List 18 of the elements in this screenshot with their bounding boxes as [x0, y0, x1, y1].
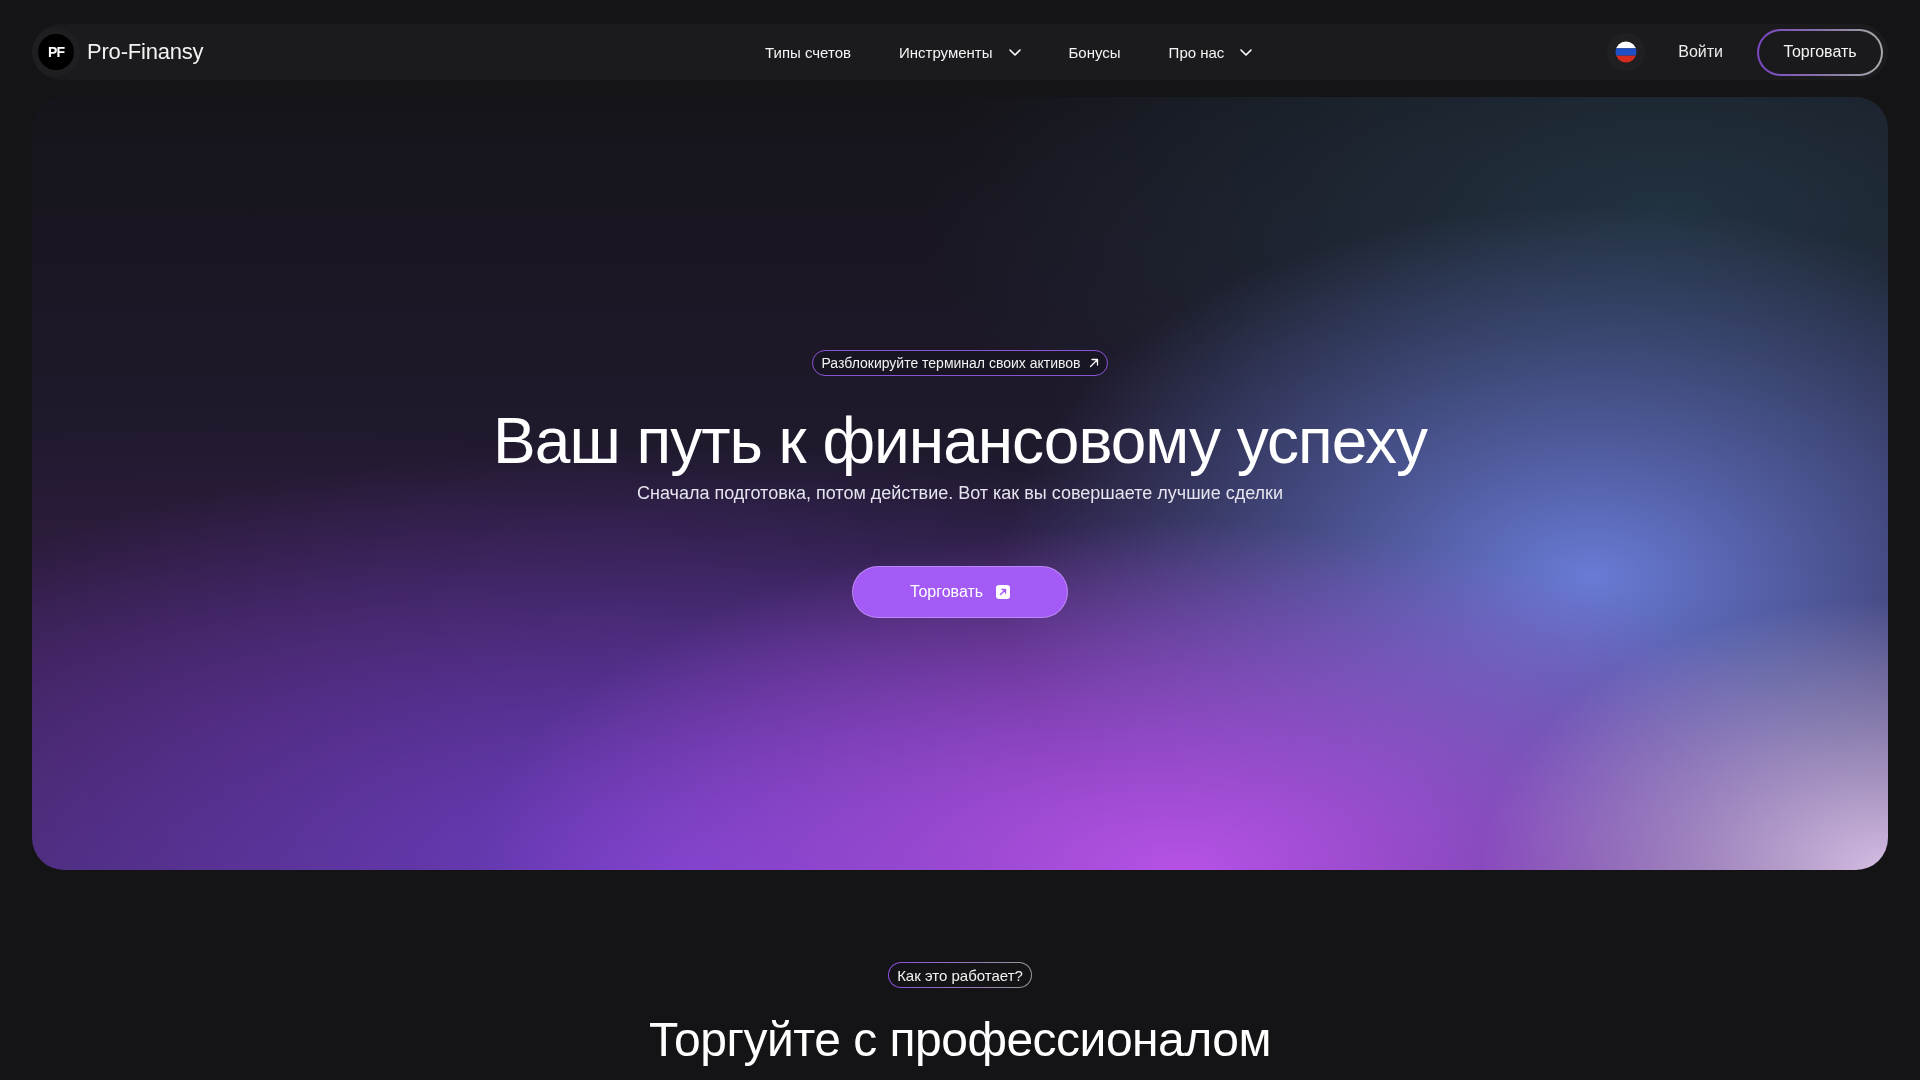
section-title: Торгуйте с профессионалом [648, 1012, 1272, 1068]
hero-title: Ваш путь к финансовому успеху [493, 405, 1427, 476]
hero-subtitle: Сначала подготовка, потом действие. Вот как вы совершаете лучшие сделки [637, 481, 1283, 504]
chevron-down-icon [1240, 48, 1253, 56]
nav-menu-item[interactable]: Бонусы [1068, 43, 1121, 61]
trade-button[interactable]: Торговать [852, 565, 1068, 618]
arrow-up-right-icon [996, 584, 1011, 599]
brand-name[interactable]: Pro-Finansy [87, 39, 204, 65]
terminal-link[interactable]: Разблокируйте терминал своих активов [812, 349, 1108, 376]
arrow-up-right-icon [1088, 357, 1099, 368]
chevron-down-icon [1008, 48, 1021, 56]
nav-menu-item[interactable]: Про нас [1168, 43, 1253, 61]
section-badge: Как это работает? [888, 962, 1032, 988]
brand-logo[interactable]: PF [32, 28, 80, 76]
nav-menu-item[interactable]: Инструменты [898, 43, 1021, 61]
trade-button[interactable]: Торговать [1757, 28, 1883, 76]
nav-menu-item[interactable]: Типы счетов [765, 43, 851, 61]
login-button[interactable]: Войти [1678, 43, 1723, 61]
